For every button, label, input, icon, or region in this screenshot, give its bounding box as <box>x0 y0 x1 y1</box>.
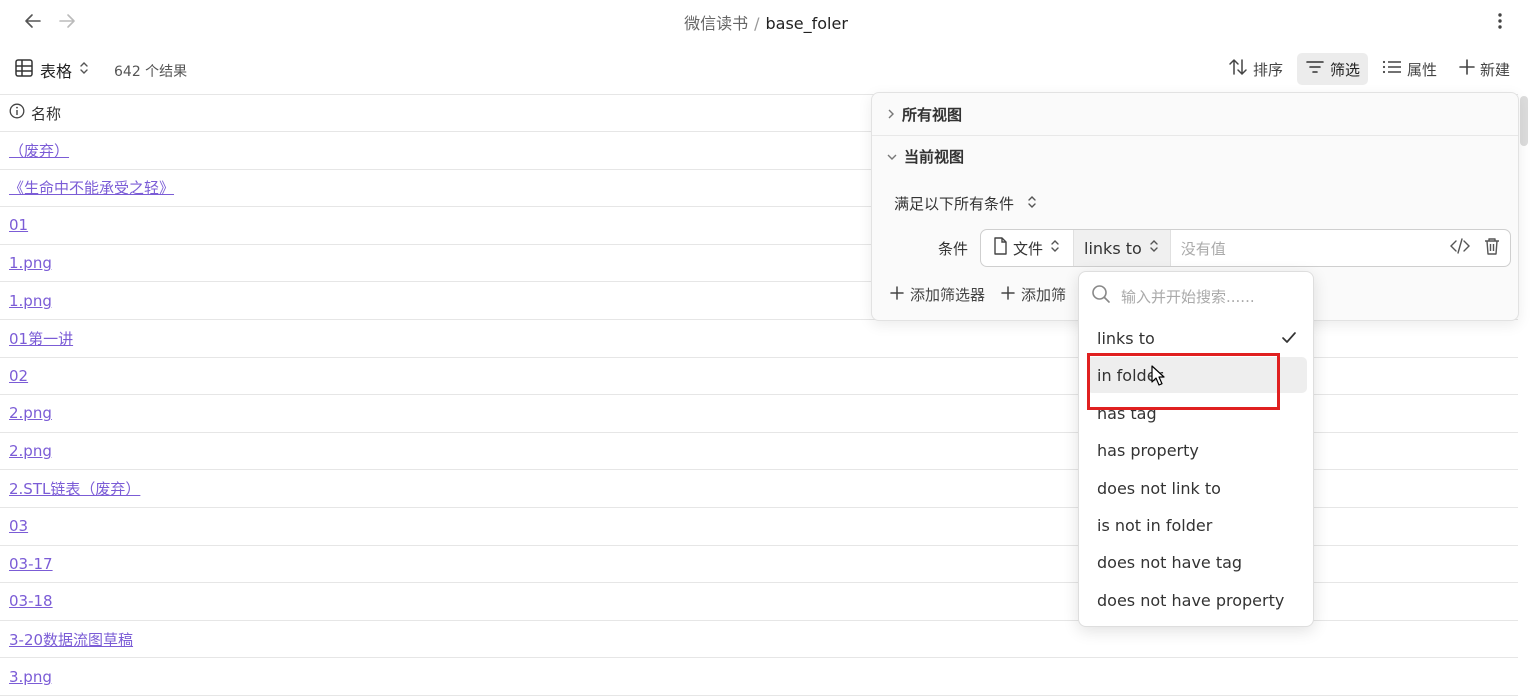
field-label: 文件 <box>1013 239 1044 258</box>
check-icon <box>1281 330 1297 349</box>
view-toolbar: 表格 642 个结果 排序 筛选 属性 新建 <box>0 50 1532 90</box>
chevron-updown-icon <box>1026 194 1038 214</box>
plus-icon <box>890 285 904 304</box>
condition-mode-select[interactable]: 满足以下所有条件 <box>894 193 1038 214</box>
toolbar-actions: 排序 筛选 属性 新建 <box>1220 53 1518 85</box>
search-icon <box>1091 284 1111 308</box>
operator-dropdown: 输入并开始搜索...... links to in folder has tag… <box>1078 271 1314 627</box>
sort-label: 排序 <box>1252 60 1283 79</box>
breadcrumb-current[interactable]: base_foler <box>765 14 847 33</box>
top-bar: 微信读书 / base_foler <box>0 0 1532 42</box>
column-header-label: 名称 <box>31 104 62 123</box>
list-icon <box>1382 59 1402 79</box>
new-label: 新建 <box>1479 60 1510 79</box>
dropdown-item-label: does not link to <box>1097 478 1221 498</box>
condition-label: 条件 <box>938 240 969 258</box>
breadcrumb-separator: / <box>754 14 760 33</box>
file-link[interactable]: 1.png <box>9 292 52 310</box>
file-link[interactable]: 03-18 <box>9 592 53 610</box>
file-link[interactable]: 3.png <box>9 668 52 686</box>
condition-mode-label: 满足以下所有条件 <box>894 195 1015 213</box>
operator-label: links to <box>1084 238 1142 258</box>
add-filter-group-button[interactable]: 添加筛 <box>1001 284 1066 305</box>
file-icon <box>993 237 1007 259</box>
file-link[interactable]: 03-17 <box>9 555 53 573</box>
add-actions: 添加筛选器 添加筛 <box>890 284 1066 305</box>
breadcrumb: 微信读书 / base_foler <box>0 10 1532 34</box>
dropdown-item-label: has property <box>1097 440 1199 460</box>
section-current-view-label: 当前视图 <box>904 148 965 166</box>
section-current-view[interactable]: 当前视图 <box>886 146 964 167</box>
view-label: 表格 <box>40 62 73 81</box>
dropdown-item-links-to[interactable]: links to <box>1087 320 1307 356</box>
file-link[interactable]: 2.png <box>9 442 52 460</box>
result-count: 642 个结果 <box>114 64 188 80</box>
plus-icon <box>1459 59 1475 79</box>
dropdown-item-label: does not have property <box>1097 590 1285 610</box>
add-filter-group-label: 添加筛 <box>1021 286 1067 304</box>
dropdown-item-label: is not in folder <box>1097 515 1213 535</box>
section-all-views-label: 所有视图 <box>902 106 963 124</box>
chevron-down-icon <box>886 148 898 166</box>
dropdown-item-has-property[interactable]: has property <box>1087 432 1307 468</box>
file-link[interactable]: 01第一讲 <box>9 328 73 349</box>
new-button[interactable]: 新建 <box>1451 53 1518 85</box>
condition-actions <box>1450 237 1510 259</box>
file-link[interactable]: 《生命中不能承受之轻》 <box>9 177 174 198</box>
properties-button[interactable]: 属性 <box>1374 53 1445 85</box>
dropdown-item-does-not-have-tag[interactable]: does not have tag <box>1087 544 1307 580</box>
highlight-annotation <box>1087 353 1280 410</box>
add-filter-label: 添加筛选器 <box>910 286 986 304</box>
dropdown-item-label: does not have tag <box>1097 552 1243 572</box>
breadcrumb-parent[interactable]: 微信读书 <box>684 14 748 33</box>
file-link[interactable]: （废弃） <box>9 140 69 161</box>
dropdown-item-label: links to <box>1097 328 1155 348</box>
dropdown-item-is-not-in-folder[interactable]: is not in folder <box>1087 507 1307 543</box>
condition-row: 文件 links to 没有值 <box>980 229 1511 267</box>
file-link[interactable]: 1.png <box>9 254 52 272</box>
dropdown-search[interactable]: 输入并开始搜索...... <box>1091 284 1255 308</box>
file-link[interactable]: 2.STL链表（废弃） <box>9 478 140 499</box>
file-link[interactable]: 01 <box>9 216 28 234</box>
operator-select[interactable]: links to <box>1074 230 1171 266</box>
view-switcher[interactable]: 表格 <box>14 58 90 82</box>
file-link[interactable]: 02 <box>9 367 28 385</box>
chevron-updown-icon <box>1049 238 1061 258</box>
info-icon <box>9 103 25 123</box>
table-icon <box>14 58 34 82</box>
code-icon[interactable] <box>1450 238 1470 258</box>
divider <box>872 135 1518 136</box>
search-placeholder: 输入并开始搜索...... <box>1121 287 1255 306</box>
chevron-updown-icon <box>1148 238 1160 258</box>
sort-icon <box>1228 58 1248 80</box>
trash-icon[interactable] <box>1484 237 1500 259</box>
file-link[interactable]: 2.png <box>9 404 52 422</box>
field-select[interactable]: 文件 <box>981 230 1075 266</box>
scrollbar-thumb[interactable] <box>1520 96 1528 146</box>
chevron-right-icon <box>886 106 896 124</box>
mouse-cursor-icon <box>1151 365 1165 391</box>
value-input[interactable]: 没有值 <box>1171 238 1450 259</box>
filter-button[interactable]: 筛选 <box>1296 53 1368 85</box>
chevron-updown-icon <box>78 60 90 80</box>
more-options-icon[interactable] <box>1488 9 1512 33</box>
file-link[interactable]: 3-20数据流图草稿 <box>9 629 133 650</box>
file-link[interactable]: 03 <box>9 517 28 535</box>
properties-label: 属性 <box>1406 60 1437 79</box>
section-all-views[interactable]: 所有视图 <box>886 104 962 125</box>
filter-icon <box>1305 59 1325 79</box>
plus-icon <box>1001 285 1015 304</box>
filter-label: 筛选 <box>1329 60 1360 79</box>
sort-button[interactable]: 排序 <box>1220 53 1291 85</box>
dropdown-item-does-not-have-property[interactable]: does not have property <box>1087 582 1307 618</box>
add-filter-button[interactable]: 添加筛选器 <box>890 284 985 305</box>
dropdown-item-does-not-link-to[interactable]: does not link to <box>1087 470 1307 506</box>
table-row: 3.png <box>0 658 1518 696</box>
